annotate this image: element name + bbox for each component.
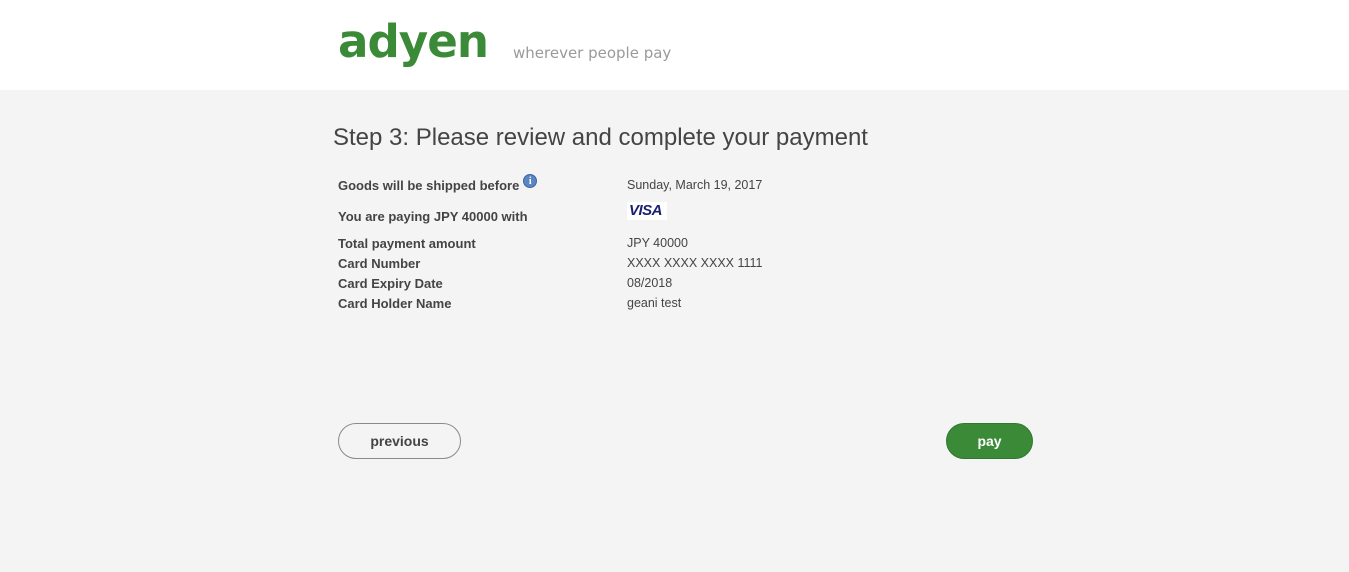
shipped-before-label-text: Goods will be shipped before (338, 178, 520, 193)
shipped-before-label: Goods will be shipped before i (338, 174, 538, 193)
total-amount-value: JPY 40000 (627, 236, 688, 250)
logo-wordmark: adyen (338, 22, 488, 68)
card-number-value: XXXX XXXX XXXX 1111 (627, 256, 763, 270)
total-amount-label: Total payment amount (338, 236, 476, 251)
paying-with-label: You are paying JPY 40000 with (338, 209, 528, 224)
shipped-before-value: Sunday, March 19, 2017 (627, 178, 763, 192)
header: adyen wherever people pay (0, 0, 1349, 90)
adyen-logo: adyen (338, 22, 490, 72)
card-holder-label: Card Holder Name (338, 296, 452, 311)
card-expiry-value: 08/2018 (627, 276, 673, 290)
pay-button[interactable]: pay (946, 423, 1033, 459)
page-title: Step 3: Please review and complete your … (333, 124, 868, 151)
previous-button[interactable]: previous (338, 423, 461, 459)
info-icon[interactable]: i (523, 174, 538, 188)
main-content: Step 3: Please review and complete your … (0, 90, 1349, 572)
visa-logo: VISA (627, 202, 667, 220)
tagline: wherever people pay (513, 44, 672, 62)
card-expiry-label: Card Expiry Date (338, 276, 443, 291)
card-holder-value: geani test (627, 296, 682, 310)
card-number-label: Card Number (338, 256, 421, 271)
visa-logo-text: VISA (629, 202, 663, 219)
